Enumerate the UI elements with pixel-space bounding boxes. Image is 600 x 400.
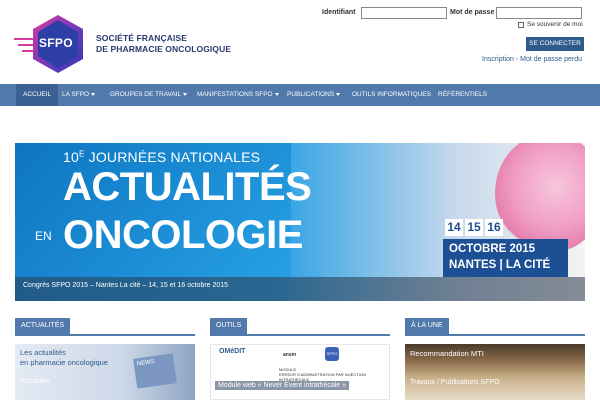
actualites-card[interactable]: Les actualités en pharmacie oncologique … <box>15 344 195 400</box>
date-day-3: 16 <box>485 219 503 236</box>
nav-item-referentiels[interactable]: RÉFÉRENTIELS <box>438 84 487 106</box>
banner-caption: Congrès SFPO 2015 – Nantes La cité – 14,… <box>23 282 229 289</box>
banner-headline-top: JOURNÉES NATIONALES <box>84 149 261 165</box>
main-nav: ACCUEIL LA SFPO GROUPES DE TRAVAIL MANIF… <box>0 84 600 106</box>
banner-subtitle: 10E JOURNÉES NATIONALES <box>63 149 260 165</box>
nav-item-groupes-de-travail[interactable]: GROUPES DE TRAVAIL <box>110 84 188 106</box>
login-links: Inscription - Mot de passe perdu <box>482 56 582 63</box>
une-card[interactable]: Recommandation MTI Travaux / Publication… <box>405 344 585 400</box>
actualites-underline <box>15 334 195 336</box>
register-link[interactable]: Inscription <box>482 56 514 63</box>
date-month-year: OCTOBRE 2015 <box>449 243 536 255</box>
banner-ordinal: 10 <box>63 149 79 165</box>
outils-card[interactable]: OMéDIT ansm SFPO MODULE ERREUR D'ADMINIS… <box>210 344 390 400</box>
logo-wordmark: SOCIÉTÉ FRANÇAISE DE PHARMACIE ONCOLOGIQ… <box>96 33 231 55</box>
date-bar: OCTOBRE 2015 NANTES | LA CITÉ <box>443 239 568 277</box>
logo-stripes <box>14 38 34 40</box>
ansm-logo: ansm <box>283 352 297 358</box>
nav-item-label: OUTILS INFORMATIQUES <box>352 91 431 98</box>
nav-item-label: MANIFESTATIONS SFPO <box>197 91 273 98</box>
tab-actualites[interactable]: ACTUALITÉS <box>15 318 71 334</box>
lost-password-link[interactable]: Mot de passe perdu <box>520 56 582 63</box>
date-place: NANTES | LA CITÉ <box>449 259 551 271</box>
remember-me[interactable]: Se souvenir de moi <box>518 21 583 28</box>
caret-down-icon <box>183 92 188 96</box>
actualites-title-line-2: en pharmacie oncologique <box>20 358 108 367</box>
banner-headline-en: EN <box>35 229 52 243</box>
page: SFPO SOCIÉTÉ FRANÇAISE DE PHARMACIE ONCO… <box>0 0 600 400</box>
nav-item-la-sfpo[interactable]: LA SFPO <box>62 84 96 106</box>
news-card-image: NEWS <box>133 353 177 389</box>
nav-item-accueil[interactable]: ACCUEIL <box>16 84 59 106</box>
actualites-subtitle: Actualités <box>20 378 51 385</box>
nav-item-outils-informatiques[interactable]: OUTILS INFORMATIQUES <box>352 84 431 106</box>
site-header: SFPO SOCIÉTÉ FRANÇAISE DE PHARMACIE ONCO… <box>0 0 600 84</box>
caret-down-icon <box>91 92 96 96</box>
outils-underline <box>210 334 390 336</box>
banner-caption-bar: Congrès SFPO 2015 – Nantes La cité – 14,… <box>15 277 585 301</box>
nav-item-publications[interactable]: PUBLICATIONS <box>287 84 341 106</box>
tab-a-la-une[interactable]: À LA UNE <box>405 318 449 334</box>
outils-caption: Module web « Never Event intrathécale » <box>215 381 350 390</box>
logo-stripes-2 <box>18 44 34 46</box>
logo-mark-text: SFPO <box>39 36 73 50</box>
flower-image <box>495 143 585 253</box>
banner-headline-1: ACTUALITÉS <box>63 165 312 209</box>
nav-item-label: RÉFÉRENTIELS <box>438 91 488 98</box>
logo-line-1: SOCIÉTÉ FRANÇAISE <box>96 33 187 43</box>
date-day-1: 14 <box>445 219 463 236</box>
actualites-title-line-1: Les actualités <box>20 348 66 357</box>
password-input[interactable] <box>496 7 582 19</box>
hero-banner[interactable]: 10E JOURNÉES NATIONALES ACTUALITÉS EN ON… <box>15 143 585 301</box>
logo-line-2: DE PHARMACIE ONCOLOGIQUE <box>96 44 232 54</box>
identifier-input[interactable] <box>361 7 447 19</box>
nav-item-label: LA SFPO <box>62 91 90 98</box>
password-label: Mot de passe <box>450 9 495 16</box>
connect-button[interactable]: SE CONNECTER <box>526 37 584 51</box>
tab-outils[interactable]: OUTILS <box>210 318 248 334</box>
logo-stripes-3 <box>22 50 34 52</box>
une-subtitle: Travaux / Publications SFPO <box>410 379 500 386</box>
module-text: MODULE ERREUR D'ADMINISTRATION PAR INJEC… <box>279 367 379 382</box>
nav-item-label: PUBLICATIONS <box>287 91 335 98</box>
une-underline <box>405 334 585 336</box>
une-title: Recommandation MTI <box>410 349 484 358</box>
omedit-logo: OMéDIT <box>219 348 246 355</box>
caret-down-icon <box>274 92 279 96</box>
caret-down-icon <box>336 92 341 96</box>
sfpo-mini-logo: SFPO <box>325 347 339 361</box>
nav-item-label: GROUPES DE TRAVAIL <box>110 91 182 98</box>
banner-headline-2: ONCOLOGIE <box>63 213 303 257</box>
nav-item-label: ACCUEIL <box>23 91 52 98</box>
date-day-2: 15 <box>465 219 483 236</box>
identifier-label: Identifiant <box>322 9 356 16</box>
remember-checkbox[interactable] <box>518 21 524 28</box>
actualites-title: Les actualités en pharmacie oncologique <box>20 348 108 368</box>
nav-item-manifestations[interactable]: MANIFESTATIONS SFPO <box>197 84 279 106</box>
remember-label: Se souvenir de moi <box>527 21 583 28</box>
